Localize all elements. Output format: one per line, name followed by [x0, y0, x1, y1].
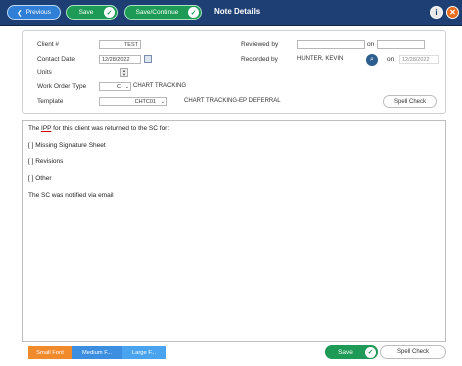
recorded-by-value: HUNTER, KEVIN	[297, 56, 344, 62]
note-line-1-prefix: The	[28, 125, 42, 132]
chevron-left-icon: ❮	[17, 9, 23, 17]
save-bottom-label: Save	[338, 348, 353, 356]
chevron-down-icon: ⌄	[124, 84, 129, 90]
reviewed-by-field[interactable]	[297, 40, 365, 49]
check-icon: ✓	[188, 7, 199, 18]
note-line-5: The SC was notified via email	[28, 192, 114, 199]
calendar-icon[interactable]	[144, 55, 152, 63]
note-line-2: [ ] Missing Signature Sheet	[28, 142, 106, 149]
note-editor[interactable]: The IPP for this client was returned to …	[22, 120, 446, 342]
work-order-type-label: Work Order Type	[37, 83, 87, 90]
recorded-on-field: 12/28/2022	[399, 55, 439, 64]
search-icon[interactable]: ⌕	[366, 54, 378, 66]
template-select[interactable]: CHTC01 ⌄	[99, 97, 167, 106]
template-value: CHTC01	[134, 99, 156, 105]
page-title: Note Details	[214, 7, 261, 16]
work-order-type-text: CHART TRACKING	[133, 83, 187, 89]
note-header-form: Client # TEST Contact Date 12/28/2022 Un…	[22, 30, 446, 114]
units-label: Units	[37, 69, 52, 76]
info-icon[interactable]: i	[430, 6, 443, 19]
contact-date-label: Contact Date	[37, 56, 75, 63]
template-label: Template	[37, 98, 64, 105]
template-text: CHART TRACKING-EP DEFERRAL	[184, 98, 281, 104]
recorded-on-label: on	[387, 56, 395, 63]
client-field[interactable]: TEST	[99, 40, 141, 49]
medium-font-button[interactable]: Medium F...	[72, 346, 122, 359]
client-label: Client #	[37, 41, 60, 48]
save-label: Save	[78, 9, 94, 16]
previous-label: Previous	[25, 9, 51, 16]
large-font-button[interactable]: Large F...	[122, 346, 166, 359]
save-continue-label: Save/Continue	[135, 9, 179, 16]
save-continue-button[interactable]: Save/Continue ✓	[124, 5, 202, 20]
check-icon: ✓	[365, 346, 376, 358]
note-line-1-suffix: for this client was returned to the SC f…	[51, 125, 170, 132]
check-icon: ✓	[104, 7, 115, 18]
chevron-down-icon: ⌄	[160, 99, 165, 105]
work-order-type-value: C	[117, 84, 121, 90]
recorded-by-label: Recorded by	[241, 56, 278, 63]
spell-check-bottom-button[interactable]: Spell Check	[380, 345, 446, 359]
contact-date-field[interactable]: 12/28/2022	[99, 55, 141, 64]
units-stepper[interactable]: ▲ ▼	[120, 68, 128, 77]
reviewed-by-label: Reviewed by	[241, 41, 279, 48]
save-bottom-button[interactable]: Save ✓	[325, 345, 378, 359]
small-font-button[interactable]: Small Font	[28, 346, 72, 359]
close-icon[interactable]: ✕	[446, 6, 459, 19]
previous-button[interactable]: ❮ Previous	[7, 5, 61, 20]
reviewed-on-label: on	[367, 41, 375, 48]
note-line-3: [ ] Revisions	[28, 158, 64, 165]
reviewed-on-field[interactable]	[377, 40, 425, 49]
note-line-1-ipp: IPP	[41, 125, 52, 132]
note-line-4: [ ] Other	[28, 175, 52, 182]
top-toolbar: ❮ Previous Save ✓ Save/Continue ✓ Note D…	[0, 0, 462, 26]
save-button[interactable]: Save ✓	[66, 5, 118, 20]
note-line-1: The IPP for this client was returned to …	[28, 125, 169, 132]
spell-check-top-button[interactable]: Spell Check	[383, 95, 437, 108]
work-order-type-select[interactable]: C ⌄	[99, 82, 131, 91]
